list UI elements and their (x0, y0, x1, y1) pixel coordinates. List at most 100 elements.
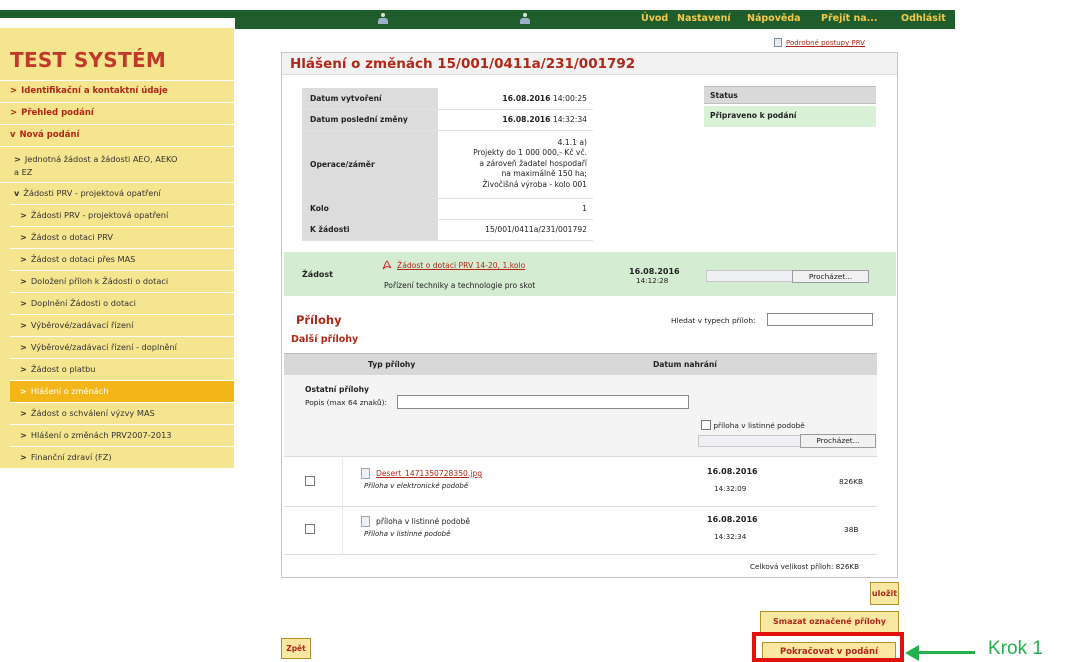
delete-selected-button[interactable]: Smazat označené přílohy (760, 611, 899, 633)
table-row: příloha v listinné podobě Příloha v list… (284, 507, 877, 555)
sidebar-subitem-doplneni[interactable]: > Doplnění Žádosti o dotaci (10, 292, 234, 314)
top-nav-bar: Úvod Nastavení Nápověda Přejít na... Odh… (235, 10, 955, 29)
chevron-down-icon: v (14, 188, 20, 198)
nav-prejit-na[interactable]: Přejít na... (821, 13, 877, 24)
page-title: Hlášení o změnách 15/001/0411a/231/00179… (290, 56, 636, 72)
attachment-time: 14:32:09 (714, 484, 747, 493)
sidebar-item-jednotna-zadost[interactable]: > Jednotná žádost a žádosti AEO, AEKO a E… (0, 146, 234, 182)
attachment-time: 14:32:34 (714, 532, 747, 541)
manual-link[interactable]: Podrobné postupy PRV (774, 38, 865, 47)
search-input[interactable] (767, 313, 873, 326)
chevron-right-icon: > (10, 86, 18, 96)
nav-nastaveni[interactable]: Nastavení (677, 13, 731, 24)
ostatni-prilohy-box: Ostatní přílohy Popis (max 64 znaků): př… (284, 375, 877, 457)
chevron-right-icon: > (20, 298, 27, 308)
sidebar: TEST SYSTÉM > Identifikační a kontaktní ú… (0, 28, 234, 468)
listinna-checkbox[interactable] (701, 420, 711, 430)
chevron-right-icon: > (20, 408, 27, 418)
datum-vytvoreni-label: Datum vytvoření (302, 88, 438, 110)
sidebar-subitem-prv-projektova[interactable]: > Žádosti PRV - projektová opatření (10, 204, 234, 226)
chevron-right-icon: > (20, 386, 27, 396)
zadost-file-field[interactable] (706, 270, 796, 282)
other-browse-button[interactable]: Procházet... (800, 434, 876, 448)
sidebar-item-nova-podani[interactable]: v Nová podání (0, 124, 234, 146)
sidebar-subitem-vyberove-rizeni[interactable]: > Výběrové/zadávací řízení (10, 314, 234, 336)
sidebar-item-zadosti-prv[interactable]: v Žádosti PRV - projektová opatření (0, 182, 234, 204)
datum-zmeny-value: 16.08.2016 14:32:34 (438, 109, 593, 131)
other-file-field[interactable] (698, 435, 802, 447)
info-table: Datum vytvoření 16.08.2016 14:00:25 Datu… (302, 88, 593, 241)
nav-uvod[interactable]: Úvod (641, 13, 668, 24)
zadost-label: Žádost (302, 270, 334, 279)
annotation-arrow-line (917, 651, 975, 654)
chevron-down-icon: v (10, 130, 16, 140)
k-zadosti-value: 15/001/0411a/231/001792 (438, 219, 593, 241)
sidebar-item-identifikace[interactable]: > Identifikační a kontaktní údaje (0, 80, 234, 102)
annotation-label: Krok 1 (988, 638, 1043, 659)
file-icon (361, 516, 370, 527)
popis-label: Popis (max 64 znaků): (305, 398, 387, 407)
datum-zmeny-label: Datum poslední změny (302, 109, 438, 131)
column-datum: Datum nahrání (653, 360, 717, 369)
user-icon (520, 13, 530, 25)
nav-odhlasit[interactable]: Odhlásit (901, 13, 946, 24)
chevron-right-icon: > (20, 320, 27, 330)
attachment-desc: Příloha v elektronické podobě (364, 482, 469, 490)
status-badge: Připraveno k podání (704, 106, 876, 127)
kolo-value: 1 (438, 198, 593, 220)
annotation-frame (752, 632, 904, 662)
sidebar-subitem-hlaseni-o-zmenach[interactable]: > Hlášení o změnách (10, 380, 234, 402)
sidebar-subitem-vyberove-doplneni[interactable]: > Výběrové/zadávací řízení - doplnění (10, 336, 234, 358)
chevron-right-icon: > (14, 154, 21, 164)
nav-napoveda[interactable]: Nápověda (747, 13, 801, 24)
zadost-row: Žádost Žádost o dotaci PRV 14-20, 1.kolo… (284, 252, 896, 296)
sidebar-subitem-dolozeni-priloh[interactable]: > Doložení příloh k Žádosti o dotaci (10, 270, 234, 292)
save-button[interactable]: uložit (870, 582, 899, 605)
chevron-right-icon: > (20, 276, 27, 286)
sidebar-subitem-dotace-mas[interactable]: > Žádost o dotaci přes MAS (10, 248, 234, 270)
attachment-link[interactable]: Desert_1471350728350.jpg (376, 469, 482, 478)
search-label: Hledat v typech příloh: (671, 316, 756, 325)
back-button[interactable]: Zpět (281, 638, 311, 659)
chevron-right-icon: > (20, 364, 27, 374)
table-row: Desert_1471350728350.jpg Příloha v elekt… (284, 459, 877, 507)
attachment-size: 38B (844, 525, 859, 534)
chevron-right-icon: > (20, 232, 27, 242)
total-size: Celková velikost příloh: 826KB (750, 562, 860, 571)
chevron-right-icon: > (20, 342, 27, 352)
column-typ: Typ přílohy (368, 360, 416, 369)
zadost-link[interactable]: Žádost o dotaci PRV 14-20, 1.kolo (382, 260, 525, 270)
dalsi-prilohy-heading: Další přílohy (291, 334, 359, 345)
status-box: Status Připraveno k podání (704, 86, 876, 143)
sidebar-subitem-vyzva-mas[interactable]: > Žádost o schválení výzvy MAS (10, 402, 234, 424)
sidebar-subitem-zadost-o-dotaci[interactable]: > Žádost o dotaci PRV (10, 226, 234, 248)
zadost-time: 14:12:28 (636, 276, 669, 285)
document-icon (774, 38, 782, 47)
datum-vytvoreni-value: 16.08.2016 14:00:25 (438, 88, 593, 110)
zadost-date: 16.08.2016 (629, 267, 680, 276)
ostatni-prilohy-title: Ostatní přílohy (305, 385, 369, 394)
kolo-label: Kolo (302, 198, 438, 220)
zadost-description: Pořízení techniky a technologie pro skot (384, 281, 536, 290)
file-icon (361, 468, 370, 479)
row-checkbox[interactable] (305, 476, 315, 486)
zadost-browse-button[interactable]: Procházet... (792, 270, 869, 283)
popis-input[interactable] (397, 395, 689, 409)
attachment-date: 16.08.2016 (707, 467, 758, 476)
sidebar-item-prehled-podani[interactable]: > Přehled podání (0, 102, 234, 124)
listinna-checkbox-row: příloha v listinné podobě (701, 420, 805, 430)
sidebar-subitem-hlaseni-prv2007[interactable]: > Hlášení o změnách PRV2007-2013 (10, 424, 234, 446)
attachment-name: příloha v listinné podobě (376, 517, 470, 526)
chevron-right-icon: > (20, 254, 27, 264)
status-label: Status (704, 86, 876, 104)
attachment-size: 826KB (839, 477, 864, 486)
sidebar-subitem-zadost-o-platbu[interactable]: > Žádost o platbu (10, 358, 234, 380)
operace-value: 4.1.1 a) Projekty do 1 000 000,- Kč vč. … (438, 130, 593, 199)
row-checkbox[interactable] (305, 524, 315, 534)
attachment-desc: Příloha v listinné podobě (364, 530, 451, 538)
attachment-date: 16.08.2016 (707, 515, 758, 524)
k-zadosti-label: K žádosti (302, 219, 438, 241)
prilohy-heading: Přílohy (296, 313, 342, 327)
main-panel: Hlášení o změnách 15/001/0411a/231/00179… (281, 52, 898, 578)
sidebar-subitem-financni-zdravi[interactable]: > Finanční zdraví (FZ) (10, 446, 234, 468)
